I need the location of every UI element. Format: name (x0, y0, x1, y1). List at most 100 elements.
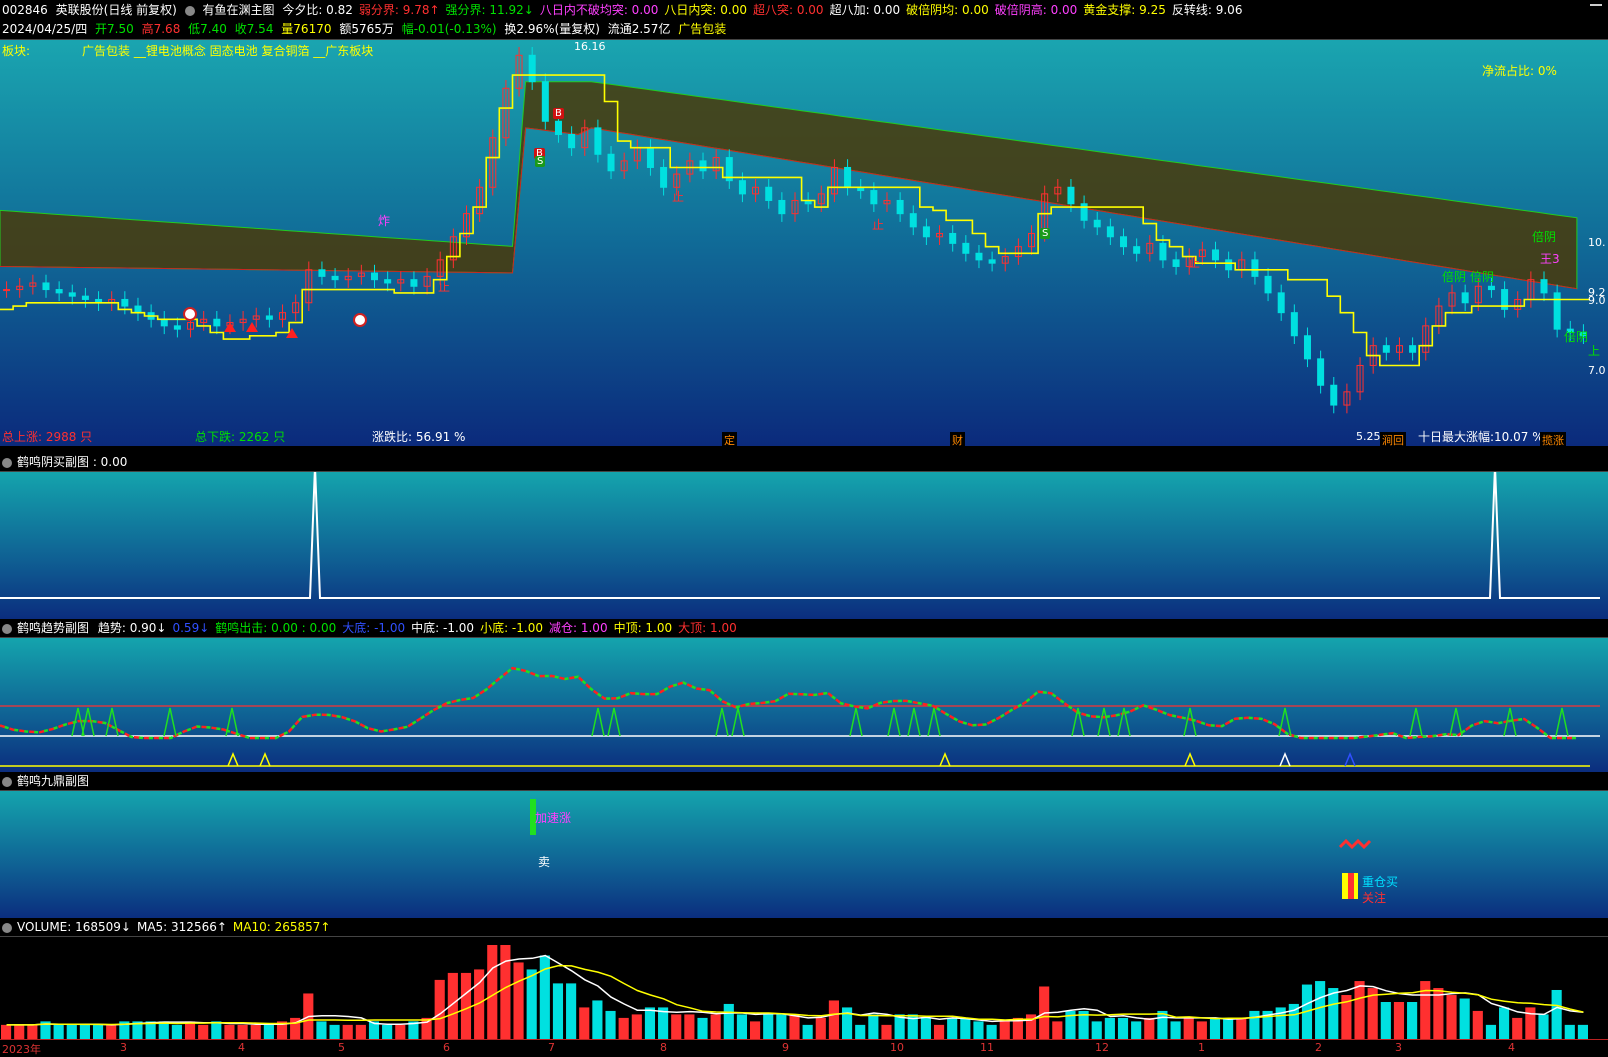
candle-body (55, 289, 63, 294)
volume-bar (1485, 1024, 1497, 1040)
volume-bar (92, 1024, 104, 1040)
volume-bar (920, 1017, 931, 1040)
volume-bar (947, 1017, 958, 1040)
trend-field-5: 小底: -1.00 (480, 621, 543, 635)
volume-bar (960, 1017, 971, 1040)
volume-bar (1407, 1002, 1418, 1040)
volume-field-1: MA5: 312566↑ (136, 920, 227, 934)
main-chart-panel[interactable]: 板块: 广告包装 __锂电池概念 固态电池 复合铜箔 __广东板块 净流占比: … (0, 39, 1608, 446)
candle-body (778, 199, 786, 215)
candle-body (1540, 279, 1548, 294)
candle-body (265, 315, 273, 320)
volume-bar (1354, 981, 1365, 1040)
volume-bar (1144, 1017, 1155, 1040)
info-high: 高7.68 (141, 22, 181, 36)
indicator-name[interactable]: 有鱼在渊主图 (202, 3, 274, 17)
date-axis-label: 6 (443, 1041, 450, 1054)
volume-bar (1459, 998, 1470, 1040)
candle-body (949, 232, 957, 244)
signal-peak (1097, 707, 1111, 737)
candle-body (173, 325, 181, 330)
volume-bar (999, 1021, 1010, 1040)
signal-peak (1555, 707, 1569, 737)
yin-buy-line (0, 472, 1600, 599)
heavy-buy-bar-yellow2 (1354, 873, 1358, 899)
candle-body (1172, 259, 1180, 267)
candle-body (1159, 242, 1167, 261)
candle-body (68, 292, 76, 297)
volume-title-bar[interactable]: VOLUME: 168509↓ MA5: 312566↑ MA10: 265857↑ (0, 918, 1608, 936)
volume-bar (434, 979, 445, 1040)
bottom-signal (1344, 752, 1356, 767)
signal-peak (1409, 707, 1423, 737)
panel3-trend[interactable] (0, 637, 1608, 772)
volume-bar (53, 1024, 64, 1040)
date-axis-label: 4 (1508, 1041, 1515, 1054)
price-chart[interactable] (0, 40, 1608, 446)
candle-body (1290, 312, 1298, 337)
panel-settings-icon[interactable] (2, 623, 12, 634)
volume-bar (395, 1024, 406, 1040)
date-axis-label: 7 (548, 1041, 555, 1054)
volume-bar (171, 1024, 182, 1040)
stock-code[interactable]: 002846 (2, 3, 48, 17)
header-line-2: 2024/04/25/四 开7.50 高7.68 低7.40 收7.54 量76… (0, 20, 1608, 39)
bottom-tag: 定 (722, 432, 737, 446)
panel2-yin-buy[interactable] (0, 471, 1608, 619)
panel-settings-icon[interactable] (2, 457, 12, 468)
volume-bar (106, 1024, 117, 1040)
minimize-icon[interactable] (1590, 4, 1602, 6)
panel-settings-icon[interactable] (2, 776, 12, 787)
panel2-title-bar[interactable]: 鹤鸣阴买副图 : 0.00 (0, 453, 1608, 471)
candle-body (160, 318, 168, 327)
signal-peak (607, 707, 621, 737)
plus-circle-marker (183, 307, 197, 321)
volume-bar (316, 1021, 327, 1040)
volume-bar (329, 1024, 340, 1040)
volume-bar (1551, 989, 1562, 1040)
candle-body (660, 166, 668, 188)
signal-peak (907, 707, 921, 737)
panel3-title-bar[interactable]: 鹤鸣趋势副图 趋势: 0.90↓ 0.59↓ 鹤鸣出击: 0.00 : 0.00 大底… (0, 619, 1608, 637)
volume-bar (1538, 1014, 1549, 1040)
volume-bar (513, 962, 524, 1040)
volume-panel[interactable] (0, 936, 1608, 1040)
header-field-5: 超八突: 0.00 (752, 3, 824, 17)
heavy-buy-bar-red (1348, 873, 1354, 899)
candle-body (870, 190, 878, 205)
panel4-jiuding[interactable]: 加速涨 卖 重仓买 关注 (0, 790, 1608, 919)
volume-bar (184, 1021, 196, 1040)
volume-bar (27, 1024, 38, 1040)
candle-body (1080, 203, 1088, 221)
stock-name[interactable]: 英联股份(日线 前复权) (56, 3, 177, 17)
volume-bar (1196, 1021, 1207, 1040)
header-field-3: 八日内不破均突: 0.00 (539, 3, 659, 17)
volume-bar (789, 1014, 800, 1040)
up-triangle-marker (224, 322, 236, 332)
chart-annotation: 止 (1188, 256, 1201, 270)
panel-settings-icon[interactable] (2, 922, 12, 933)
header-field-7: 破倍阴均: 0.00 (906, 3, 989, 17)
candle-body (699, 160, 707, 172)
accelerate-label: 加速涨 (535, 811, 572, 825)
yin-buy-chart (0, 472, 1600, 599)
bottom-signal (1279, 752, 1291, 767)
volume-bar (211, 1021, 222, 1040)
candle-body (121, 298, 129, 307)
info-change: 幅-0.01(-0.13%) (401, 22, 497, 36)
volume-field-2: MA10: 265857↑ (232, 920, 331, 934)
volume-bar (421, 1017, 432, 1040)
volume-field-0: VOLUME: 168509↓ (17, 920, 131, 934)
candle-body (384, 279, 392, 284)
candle-body (213, 318, 221, 327)
volume-bar (802, 1024, 813, 1040)
settings-circle-icon[interactable] (184, 5, 195, 16)
right-price-label: 10. (1588, 236, 1606, 249)
panel4-title-bar[interactable]: 鹤鸣九鼎副图 (0, 772, 1608, 790)
low-price-label: 5.25 (1356, 430, 1381, 443)
volume-bar (1, 1024, 12, 1040)
total-up-count: 总上涨: 2988 只 (2, 430, 93, 444)
signal-peak (1449, 707, 1463, 737)
candle-body (410, 279, 418, 287)
candle-body (896, 199, 904, 215)
